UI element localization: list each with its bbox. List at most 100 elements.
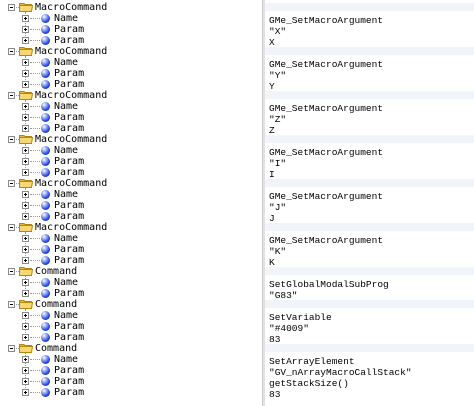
expander-plus-icon[interactable] [22, 169, 29, 176]
tree-item-row[interactable]: Param [0, 288, 262, 299]
tree-group-row[interactable]: Command [0, 266, 262, 277]
expander-plus-icon[interactable] [22, 279, 29, 286]
tree-item-label[interactable]: Param [54, 24, 84, 35]
expander-plus-icon[interactable] [22, 378, 29, 385]
tree-item-row[interactable]: Name [0, 277, 262, 288]
expander-plus-icon[interactable] [22, 202, 29, 209]
tree-group-row[interactable]: MacroCommand [0, 90, 262, 101]
tree-item-label[interactable]: Param [54, 321, 84, 332]
tree-item-row[interactable]: Name [0, 101, 262, 112]
expander-plus-icon[interactable] [22, 147, 29, 154]
expander-plus-icon[interactable] [22, 290, 29, 297]
collapse-toggle-icon[interactable] [8, 48, 15, 55]
tree-group-label[interactable]: MacroCommand [35, 222, 107, 233]
collapse-toggle-icon[interactable] [8, 345, 15, 352]
expander-plus-icon[interactable] [22, 59, 29, 66]
tree-item-row[interactable]: Name [0, 13, 262, 24]
tree-group-row[interactable]: MacroCommand [0, 178, 262, 189]
expander-plus-icon[interactable] [22, 235, 29, 242]
tree-item-row[interactable]: Param [0, 244, 262, 255]
expander-plus-icon[interactable] [22, 114, 29, 121]
expander-plus-icon[interactable] [22, 389, 29, 396]
expander-plus-icon[interactable] [22, 334, 29, 341]
tree-group-row[interactable]: MacroCommand [0, 2, 262, 13]
tree-item-label[interactable]: Name [54, 57, 78, 68]
expander-plus-icon[interactable] [22, 26, 29, 33]
tree-item-row[interactable]: Param [0, 24, 262, 35]
tree-item-label[interactable]: Param [54, 211, 84, 222]
expander-plus-icon[interactable] [22, 246, 29, 253]
tree-group-label[interactable]: MacroCommand [35, 46, 107, 57]
expander-plus-icon[interactable] [22, 257, 29, 264]
collapse-toggle-icon[interactable] [8, 92, 15, 99]
tree-item-row[interactable]: Param [0, 123, 262, 134]
tree-item-label[interactable]: Param [54, 255, 84, 266]
tree-item-label[interactable]: Param [54, 332, 84, 343]
tree-group-label[interactable]: Command [35, 299, 77, 310]
tree-item-label[interactable]: Param [54, 376, 84, 387]
tree-item-label[interactable]: Param [54, 200, 84, 211]
tree-group-row[interactable]: MacroCommand [0, 222, 262, 233]
tree-item-row[interactable]: Param [0, 321, 262, 332]
tree-group-label[interactable]: MacroCommand [35, 2, 107, 13]
tree-item-row[interactable]: Param [0, 387, 262, 398]
tree-item-label[interactable]: Name [54, 189, 78, 200]
tree-item-label[interactable]: Name [54, 101, 78, 112]
collapse-toggle-icon[interactable] [8, 180, 15, 187]
tree-group-label[interactable]: Command [35, 343, 77, 354]
expander-plus-icon[interactable] [22, 15, 29, 22]
tree-group-row[interactable]: MacroCommand [0, 46, 262, 57]
collapse-toggle-icon[interactable] [8, 268, 15, 275]
collapse-toggle-icon[interactable] [8, 301, 15, 308]
tree-item-label[interactable]: Name [54, 145, 78, 156]
tree-item-label[interactable]: Param [54, 123, 84, 134]
collapse-toggle-icon[interactable] [8, 136, 15, 143]
tree-item-row[interactable]: Param [0, 376, 262, 387]
tree-item-label[interactable]: Name [54, 354, 78, 365]
tree-item-label[interactable]: Name [54, 233, 78, 244]
tree-item-label[interactable]: Name [54, 310, 78, 321]
tree-item-row[interactable]: Param [0, 79, 262, 90]
tree-item-label[interactable]: Name [54, 277, 78, 288]
tree-item-row[interactable]: Name [0, 310, 262, 321]
tree-group-label[interactable]: Command [35, 266, 77, 277]
expander-plus-icon[interactable] [22, 213, 29, 220]
tree-group-label[interactable]: MacroCommand [35, 90, 107, 101]
expander-plus-icon[interactable] [22, 37, 29, 44]
tree-item-label[interactable]: Param [54, 156, 84, 167]
tree-item-row[interactable]: Param [0, 35, 262, 46]
expander-plus-icon[interactable] [22, 191, 29, 198]
tree-item-row[interactable]: Param [0, 332, 262, 343]
expander-plus-icon[interactable] [22, 81, 29, 88]
tree-item-label[interactable]: Param [54, 79, 84, 90]
tree-item-row[interactable]: Param [0, 211, 262, 222]
tree-item-row[interactable]: Name [0, 233, 262, 244]
expander-plus-icon[interactable] [22, 367, 29, 374]
tree-item-row[interactable]: Param [0, 68, 262, 79]
expander-plus-icon[interactable] [22, 356, 29, 363]
expander-plus-icon[interactable] [22, 70, 29, 77]
expander-plus-icon[interactable] [22, 125, 29, 132]
tree-panel[interactable]: MacroCommand Name Param Param MacroCommand Na… [0, 0, 262, 406]
tree-group-label[interactable]: MacroCommand [35, 134, 107, 145]
tree-item-label[interactable]: Param [54, 112, 84, 123]
tree-item-row[interactable]: Name [0, 145, 262, 156]
expander-plus-icon[interactable] [22, 103, 29, 110]
expander-plus-icon[interactable] [22, 312, 29, 319]
tree-item-row[interactable]: Param [0, 156, 262, 167]
tree-item-label[interactable]: Param [54, 35, 84, 46]
expander-plus-icon[interactable] [22, 323, 29, 330]
tree-item-label[interactable]: Param [54, 68, 84, 79]
tree-item-label[interactable]: Param [54, 244, 84, 255]
tree-item-row[interactable]: Param [0, 365, 262, 376]
tree-item-label[interactable]: Param [54, 387, 84, 398]
tree-group-row[interactable]: Command [0, 299, 262, 310]
expander-plus-icon[interactable] [22, 158, 29, 165]
tree-group-label[interactable]: MacroCommand [35, 178, 107, 189]
tree-item-row[interactable]: Name [0, 354, 262, 365]
collapse-toggle-icon[interactable] [8, 224, 15, 231]
tree-item-row[interactable]: Param [0, 112, 262, 123]
tree-item-row[interactable]: Param [0, 255, 262, 266]
tree-item-row[interactable]: Name [0, 57, 262, 68]
collapse-toggle-icon[interactable] [8, 4, 15, 11]
